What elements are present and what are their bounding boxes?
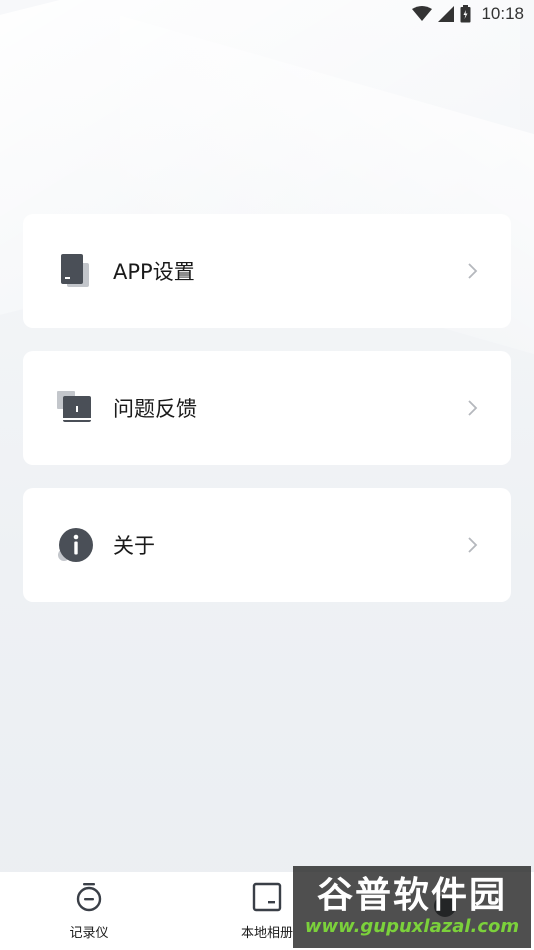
status-time: 10:18 — [481, 4, 524, 23]
tab-label: 记录仪 — [69, 925, 109, 941]
wifi-icon — [412, 6, 433, 22]
tab-label: 本地相册 — [240, 925, 293, 941]
battery-icon — [460, 5, 471, 23]
menu-item-label: 关于 — [113, 534, 155, 558]
chevron-right-icon — [465, 261, 479, 281]
menu-item-feedback[interactable]: 问题反馈 — [23, 351, 511, 465]
menu-item-label: APP设置 — [113, 260, 195, 284]
app-settings-icon — [55, 251, 95, 291]
recorder-icon — [74, 882, 104, 916]
album-icon — [252, 882, 282, 916]
chevron-right-icon — [465, 398, 479, 418]
tab-recorder[interactable]: 记录仪 — [0, 872, 178, 950]
signal-icon — [438, 6, 455, 22]
watermark-logo: 谷普软件园 www.gupuxlazal.com — [293, 866, 531, 948]
watermark-title: 谷普软件园 — [316, 875, 507, 916]
watermark-url: www.gupuxlazal.com — [304, 916, 520, 937]
menu-item-app-settings[interactable]: APP设置 — [23, 214, 511, 328]
menu-item-label: 问题反馈 — [113, 397, 197, 421]
background-shape — [120, 15, 534, 385]
chevron-right-icon — [465, 535, 479, 555]
info-icon — [55, 525, 95, 565]
menu-item-about[interactable]: 关于 — [23, 488, 511, 602]
status-bar: 10:18 — [0, 0, 534, 28]
feedback-book-icon — [55, 388, 95, 428]
